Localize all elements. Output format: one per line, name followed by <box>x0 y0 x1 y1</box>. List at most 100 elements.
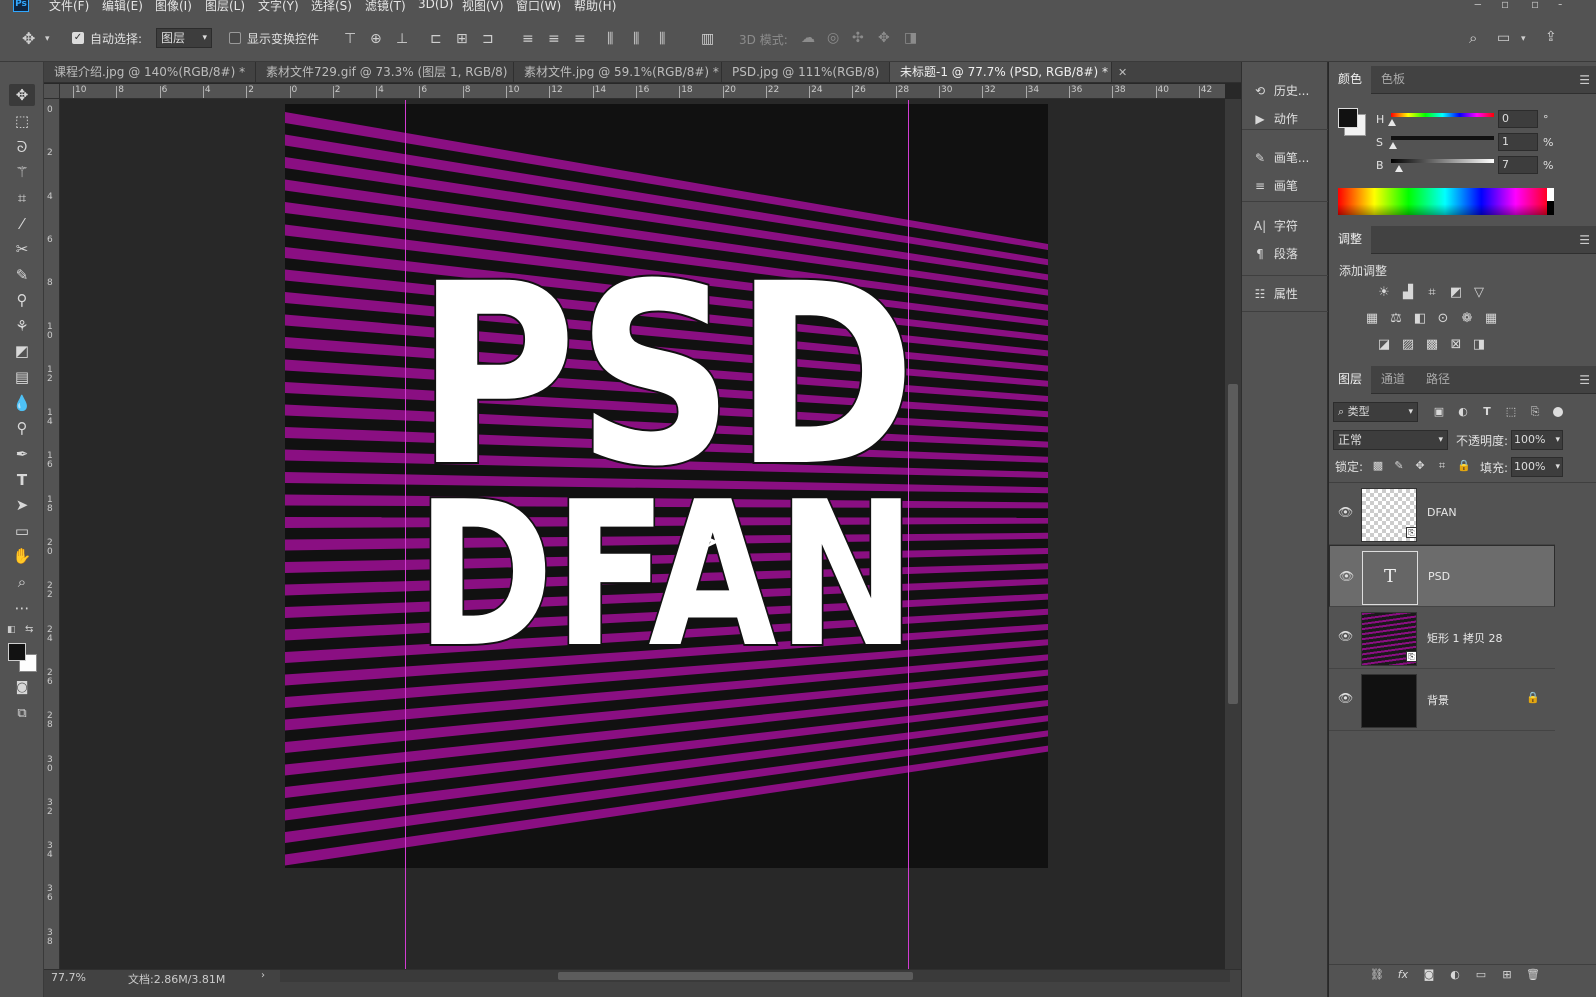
horizontal-scrollbar[interactable] <box>280 970 1230 982</box>
new-layer-icon[interactable]: ⊞ <box>1499 967 1515 983</box>
tab-paths[interactable]: 路径 <box>1417 366 1459 394</box>
tab-layers[interactable]: 图层 <box>1329 366 1372 394</box>
filter-adjustment-icon[interactable]: ◐ <box>1455 404 1471 420</box>
guide-left[interactable] <box>405 100 406 969</box>
quick-mask-icon[interactable]: ◙ <box>9 677 35 699</box>
type-tool-icon[interactable]: T <box>9 469 35 491</box>
menu-file[interactable]: 文件(F) <box>49 0 89 14</box>
align-vcenter-icon[interactable]: ⊕ <box>370 31 382 47</box>
visibility-eye-icon[interactable]: 👁 <box>1338 691 1353 705</box>
panel-menu-icon[interactable]: ☰ <box>1579 373 1590 387</box>
add-mask-icon[interactable]: ◙ <box>1421 967 1437 983</box>
crop-tool-icon[interactable]: ⌗ <box>9 187 35 209</box>
horizontal-ruler[interactable]: 10 8 6 4 2 0 2 4 6 8 10 12 14 16 18 20 22 24 26 28 30 32 34 36 3… <box>60 84 1225 99</box>
healing-brush-tool-icon[interactable]: ✂ <box>9 238 35 260</box>
brightness-contrast-icon[interactable]: ☀ <box>1376 285 1392 301</box>
menu-layer[interactable]: 图层(L) <box>205 0 245 14</box>
dodge-tool-icon[interactable]: ⚲ <box>9 417 35 439</box>
filter-shape-icon[interactable]: ⬚ <box>1503 404 1519 420</box>
layer-filter-dropdown[interactable]: ⌕ 类型 ▾ <box>1333 402 1418 422</box>
workspace-dropdown-icon[interactable]: ▾ <box>1521 31 1526 47</box>
s-value-field[interactable]: 1 <box>1498 133 1538 151</box>
clone-stamp-tool-icon[interactable]: ⚲ <box>9 289 35 311</box>
black-white-icon[interactable]: ◧ <box>1412 311 1428 327</box>
scroll-thumb[interactable] <box>1228 384 1238 704</box>
blur-tool-icon[interactable]: 💧 <box>9 392 35 414</box>
menu-help[interactable]: 帮助(H) <box>574 0 616 14</box>
3d-orbit-icon[interactable]: ☁ <box>801 30 815 46</box>
default-colors-icon[interactable]: ◧ <box>7 625 16 635</box>
lock-pixels-icon[interactable]: ✎ <box>1391 458 1407 474</box>
distribute-top-icon[interactable]: ≡ <box>522 31 534 47</box>
link-layers-icon[interactable]: ⛓ <box>1369 967 1385 983</box>
hue-saturation-icon[interactable]: ▦ <box>1364 311 1380 327</box>
window-close-icon[interactable]: ‐ <box>1558 0 1562 11</box>
color-fg-swatch[interactable] <box>1338 108 1358 128</box>
tab-document-2[interactable]: 素材文件729.gif @ 73.3% (图层 1, RGB/8)✕ <box>256 62 527 82</box>
workspace-icon[interactable]: ▭ <box>1497 30 1510 46</box>
panel-menu-icon[interactable]: ☰ <box>1579 73 1590 87</box>
menu-edit[interactable]: 编辑(E) <box>102 0 143 14</box>
menu-view[interactable]: 视图(V) <box>462 0 504 14</box>
exposure-icon[interactable]: ◩ <box>1448 285 1464 301</box>
filter-pixel-icon[interactable]: ▣ <box>1431 404 1447 420</box>
tab-swatches[interactable]: 色板 <box>1372 66 1414 94</box>
curves-icon[interactable]: ⌗ <box>1424 285 1440 301</box>
zoom-tool-icon[interactable]: ⌕ <box>9 571 35 593</box>
tab-document-4[interactable]: PSD.jpg @ 111%(RGB/8)✕ <box>722 62 899 82</box>
delete-layer-icon[interactable]: 🗑 <box>1525 967 1541 983</box>
marquee-tool-icon[interactable]: ⬚ <box>9 110 35 132</box>
menu-image[interactable]: 图像(I) <box>155 0 192 14</box>
3d-slide-icon[interactable]: ✥ <box>878 30 890 46</box>
layer-row-stripes[interactable]: 👁 ⎘ 矩形 1 拷贝 28 <box>1329 607 1555 669</box>
minimize-icon[interactable]: ‒ <box>1474 0 1482 11</box>
ruler-origin[interactable] <box>44 84 60 99</box>
tab-document-1[interactable]: 课程介绍.jpg @ 140%(RGB/8#) *✕ <box>44 62 264 82</box>
lock-position-icon[interactable]: ✥ <box>1412 458 1428 474</box>
color-spectrum-ramp[interactable] <box>1338 188 1552 215</box>
vertical-ruler[interactable]: 0 2 4 6 8 1 0 1 2 1 4 1 6 1 8 2 0 2 2 2 4 2 6 2 8 3 0 3 … <box>44 99 60 969</box>
magic-wand-tool-icon[interactable]: ⚚ <box>9 161 35 183</box>
lock-all-icon[interactable]: 🔒 <box>1456 458 1472 474</box>
tab-document-3[interactable]: 素材文件.jpg @ 59.1%(RGB/8#) *✕ <box>514 62 738 82</box>
align-hcenter-icon[interactable]: ⊞ <box>456 31 468 47</box>
align-left-icon[interactable]: ⊏ <box>430 31 442 47</box>
auto-select-checkbox[interactable]: ✓ <box>72 32 84 44</box>
tab-adjustments[interactable]: 调整 <box>1329 226 1372 254</box>
fx-icon[interactable]: fx <box>1395 967 1411 983</box>
h-value-field[interactable]: 0 <box>1498 110 1538 128</box>
visibility-eye-icon[interactable]: 👁 <box>1339 568 1354 584</box>
auto-select-target-dropdown[interactable]: 图层 ▾ <box>156 28 212 48</box>
show-transform-checkbox[interactable] <box>229 32 241 44</box>
3d-pan-icon[interactable]: ✣ <box>852 30 864 46</box>
hand-tool-icon[interactable]: ✋ <box>9 545 35 567</box>
search-icon[interactable]: ⌕ <box>1469 30 1477 46</box>
pen-tool-icon[interactable]: ✒ <box>9 443 35 465</box>
swap-colors-icon[interactable]: ⇆ <box>25 624 33 635</box>
status-menu-arrow-icon[interactable]: › <box>261 970 265 981</box>
menu-select[interactable]: 选择(S) <box>311 0 352 14</box>
filter-toggle-icon[interactable] <box>1553 407 1563 417</box>
gradient-tool-icon[interactable]: ▤ <box>9 366 35 388</box>
move-tool-icon[interactable]: ✥ <box>9 84 35 106</box>
share-icon[interactable]: ⇪ <box>1545 29 1557 45</box>
menu-3d[interactable]: 3D(D) <box>418 0 453 11</box>
brightness-slider[interactable] <box>1391 159 1494 163</box>
lasso-tool-icon[interactable]: ᘐ <box>9 136 35 158</box>
more-tools-icon[interactable]: ⋯ <box>9 597 35 619</box>
posterize-icon[interactable]: ▨ <box>1400 337 1416 353</box>
channel-mixer-icon[interactable]: ❁ <box>1459 311 1475 327</box>
invert-icon[interactable]: ◪ <box>1376 337 1392 353</box>
panel-menu-icon[interactable]: ☰ <box>1579 233 1590 247</box>
gradient-map-icon[interactable]: ◨ <box>1471 337 1487 353</box>
distribute-right-icon[interactable]: ⫼ <box>659 31 665 47</box>
menu-filter[interactable]: 滤镜(T) <box>365 0 406 14</box>
brush-tool-icon[interactable]: ✎ <box>9 264 35 286</box>
tab-channels[interactable]: 通道 <box>1372 366 1414 394</box>
photo-filter-icon[interactable]: ⊙ <box>1435 311 1451 327</box>
menu-window[interactable]: 窗口(W) <box>516 0 561 14</box>
align-right-icon[interactable]: ⊐ <box>482 31 494 47</box>
levels-icon[interactable]: ▟ <box>1400 285 1416 301</box>
new-group-icon[interactable]: ▭ <box>1473 967 1489 983</box>
guide-right[interactable] <box>908 100 909 969</box>
